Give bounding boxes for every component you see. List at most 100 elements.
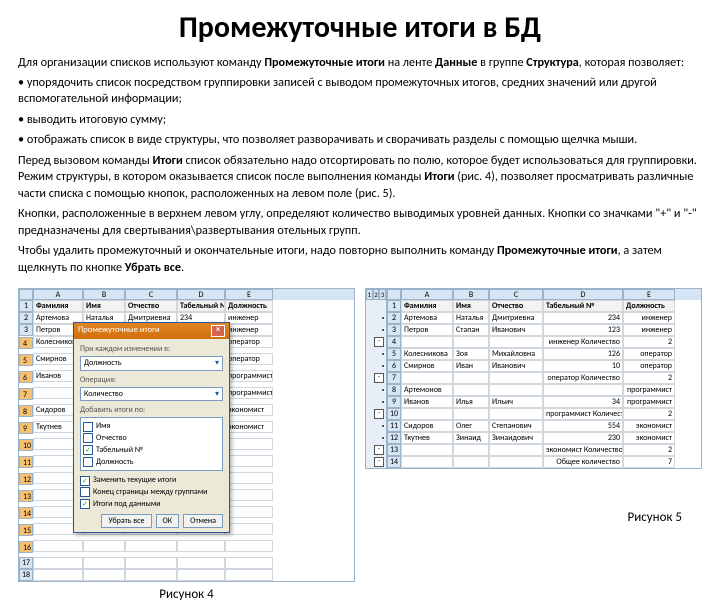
cell[interactable]: 2 [623,336,675,348]
cell[interactable]: Зинаид [453,432,489,444]
cell[interactable] [225,557,273,569]
close-icon[interactable]: × [211,325,225,337]
row-header[interactable]: 5 [19,354,33,366]
cell[interactable]: экономист [623,432,675,444]
cell[interactable]: Степанович [489,420,543,432]
cell[interactable] [489,384,543,396]
cell[interactable]: Фамилия [33,300,83,312]
cell[interactable]: Артемонов [401,384,453,396]
cell[interactable] [33,557,83,569]
cell[interactable]: программист [623,384,675,396]
cell[interactable] [225,569,273,581]
cell[interactable]: программист Количество [543,408,623,420]
cell[interactable]: Иван [453,360,489,372]
cell[interactable]: Зоя [453,348,489,360]
cell[interactable] [225,489,273,501]
outline-level-button[interactable]: 3 [379,289,386,300]
cell[interactable]: инженер [623,324,675,336]
row-header[interactable]: 9 [387,396,401,408]
cell[interactable]: инженер [225,324,273,336]
cell[interactable] [125,557,177,569]
cell[interactable]: Олег [453,420,489,432]
cell[interactable]: Стапан [453,324,489,336]
cell[interactable] [489,456,543,468]
cell[interactable] [489,408,543,420]
cell[interactable]: Имя [453,300,489,312]
row-header[interactable]: 3 [387,324,401,336]
cell[interactable]: 230 [543,432,623,444]
outline-level-button[interactable]: 1 [366,289,373,300]
cell[interactable] [33,540,83,552]
cell[interactable] [453,444,489,456]
row-header[interactable]: 16 [19,541,33,553]
cell[interactable]: Петров [401,324,453,336]
outline-pane[interactable]: 123----- [365,288,386,469]
cell[interactable] [225,438,273,450]
cell[interactable] [489,372,543,384]
cell[interactable]: Иванович [489,324,543,336]
cell[interactable] [225,455,273,467]
row-header[interactable]: 8 [19,405,33,417]
cell[interactable] [83,557,125,569]
cell[interactable] [33,569,83,581]
row-header[interactable]: 6 [19,371,33,383]
cell[interactable]: Имя [83,300,125,312]
cell[interactable] [125,569,177,581]
row-header[interactable]: 1 [19,300,33,312]
cancel-button[interactable]: Отмена [183,514,223,529]
cell[interactable]: экономист [623,420,675,432]
cell[interactable] [83,540,125,552]
cell[interactable]: экономист [225,421,273,433]
row-header[interactable]: 1 [387,300,401,312]
list-item[interactable]: ✓Табельный № [83,445,220,456]
cell[interactable]: оператор [623,348,675,360]
row-header[interactable]: 12 [19,473,33,485]
list-item[interactable]: Имя [83,421,220,432]
ok-button[interactable]: ОК [156,514,180,529]
row-header[interactable]: 11 [19,456,33,468]
cell[interactable] [177,540,225,552]
list-item[interactable]: Должность [83,457,220,468]
cell[interactable]: 2 [623,372,675,384]
cell[interactable]: Илья [453,396,489,408]
cell[interactable] [453,384,489,396]
remove-all-button[interactable]: Убрать все [101,514,151,529]
collapse-button[interactable]: - [374,409,384,419]
row-header[interactable]: 2 [387,312,401,324]
cell[interactable] [225,523,273,535]
cell[interactable]: Артемова [401,312,453,324]
dialog-titlebar[interactable]: Промежуточные итоги × [74,323,229,339]
cell[interactable]: оператор [225,336,273,348]
cell[interactable]: Отчество [489,300,543,312]
cell[interactable]: Иванов [401,396,453,408]
field3-listbox[interactable]: ИмяОтчество✓Табельный №Должность [80,417,223,471]
cell[interactable] [453,456,489,468]
cell[interactable] [489,336,543,348]
cell[interactable] [401,372,453,384]
cell[interactable] [401,408,453,420]
cell[interactable]: Ткутнев [401,432,453,444]
row-header[interactable]: 10 [387,408,401,420]
list-item[interactable]: Отчество [83,433,220,444]
cell[interactable] [543,384,623,396]
cell[interactable] [177,557,225,569]
collapse-button[interactable]: - [374,337,384,347]
cell[interactable]: оператор Количество [543,372,623,384]
row-header[interactable]: 14 [387,456,401,468]
row-header[interactable]: 17 [19,557,33,569]
cell[interactable]: Колесникова [401,348,453,360]
cell[interactable] [401,456,453,468]
cell[interactable] [225,506,273,518]
cell[interactable]: инженер [225,312,273,324]
cell[interactable]: Иванович [489,360,543,372]
check-pagebreak[interactable]: Конец страницы между группами [80,487,223,498]
cell[interactable]: Сидоров [401,420,453,432]
collapse-button[interactable]: - [374,457,384,467]
cell[interactable]: 34 [543,396,623,408]
field1-select[interactable]: Должность▾ [80,356,223,371]
cell[interactable]: оператор [225,353,273,365]
row-header[interactable]: 9 [19,422,33,434]
row-header[interactable]: 7 [387,372,401,384]
cell[interactable]: Наталья [453,312,489,324]
cell[interactable]: Ильич [489,396,543,408]
